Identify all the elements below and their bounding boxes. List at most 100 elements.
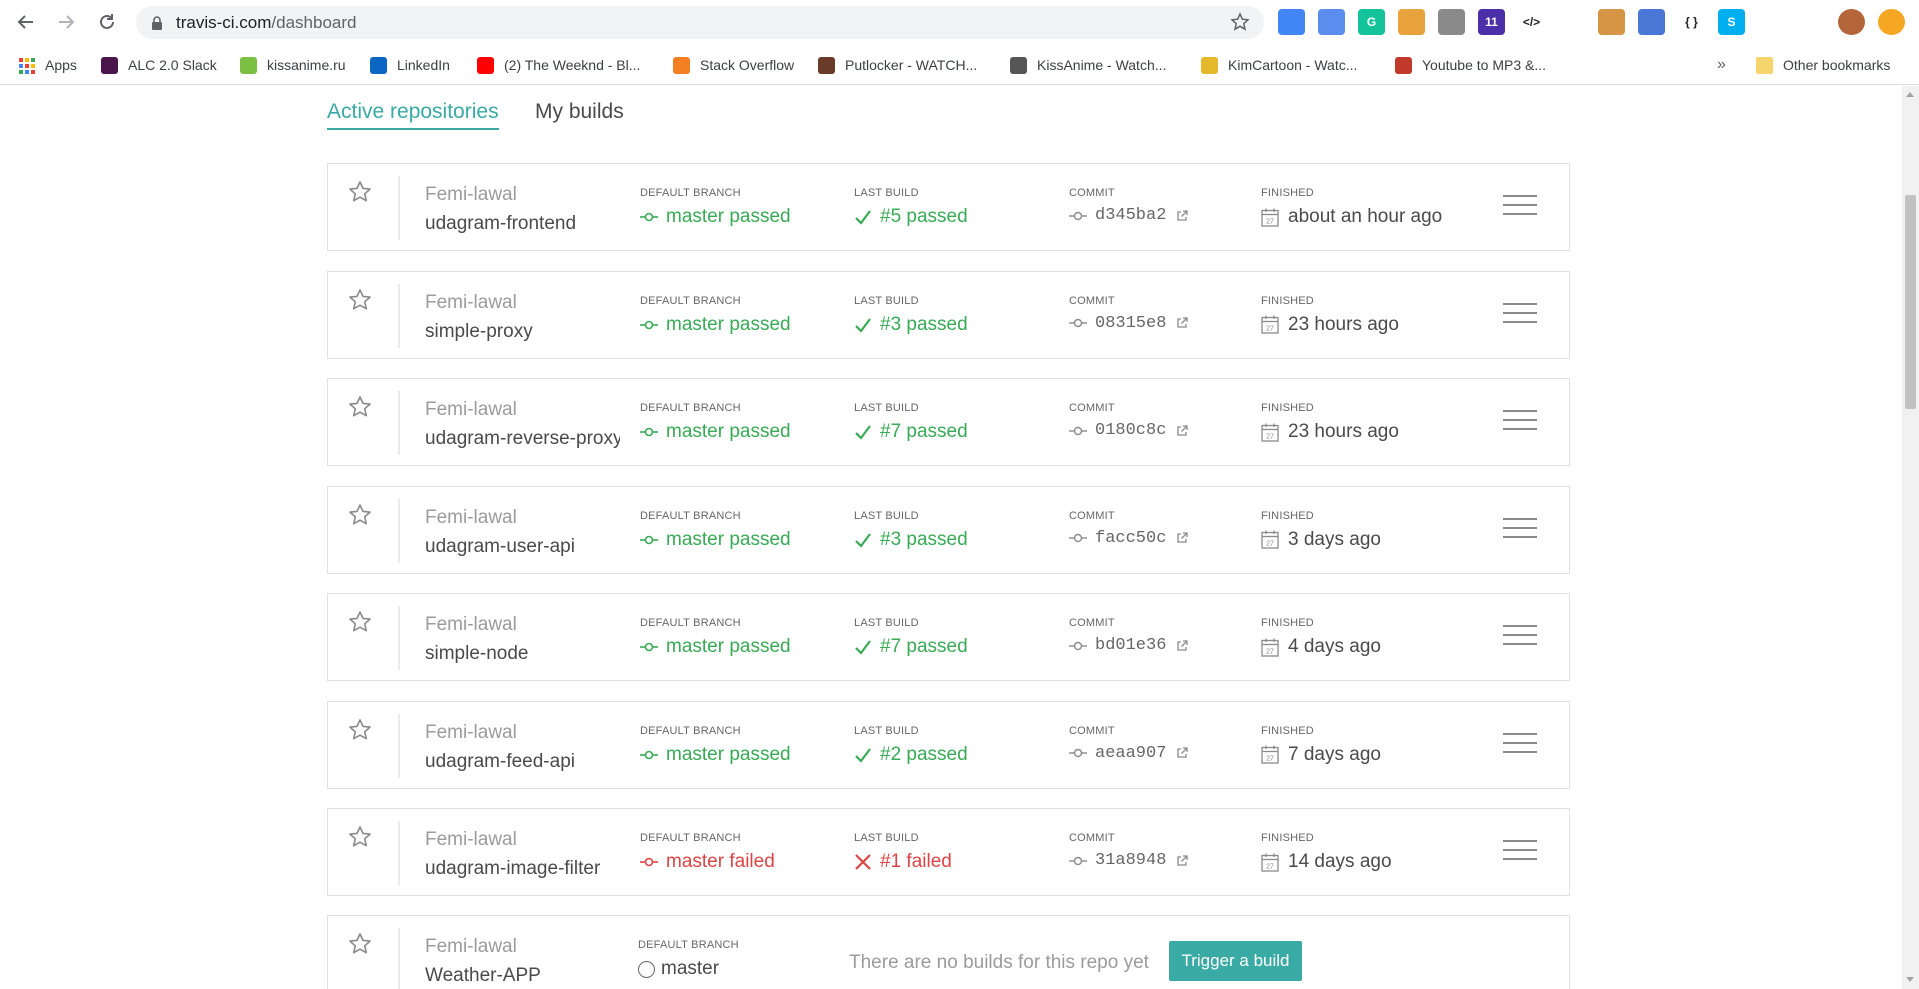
branch-status-text: master passed (666, 636, 791, 657)
star-icon[interactable] (347, 609, 373, 635)
address-bar[interactable]: travis-ci.com/dashboard (136, 6, 1264, 39)
external-link-icon[interactable] (1176, 747, 1189, 759)
bookmark-item[interactable]: KimCartoon - Watc... (1201, 53, 1357, 77)
ext-globe-search-icon[interactable] (1638, 9, 1665, 35)
repo-name[interactable]: udagram-reverse-proxy (425, 428, 620, 450)
default-branch-value[interactable]: master failed (640, 851, 775, 873)
tab-my-builds[interactable]: My builds (535, 100, 624, 128)
external-link-icon[interactable] (1176, 532, 1189, 544)
commit-sha: bd01e36 (1095, 636, 1167, 655)
commit-value[interactable]: facc50c (1069, 529, 1196, 548)
bookmark-item[interactable]: ALC 2.0 Slack (101, 53, 217, 77)
ext-gear-icon[interactable] (1438, 9, 1465, 35)
repo-menu-button[interactable] (1503, 517, 1537, 542)
repo-name[interactable]: udagram-image-filter (425, 858, 620, 880)
page-scrollbar[interactable] (1902, 86, 1919, 989)
external-link-icon[interactable] (1176, 317, 1189, 329)
last-build-value[interactable]: #1 failed (854, 851, 952, 873)
bookmark-item[interactable]: Youtube to MP3 &... (1395, 53, 1546, 77)
trigger-build-button[interactable]: Trigger a build (1169, 941, 1302, 981)
external-link-icon[interactable] (1176, 209, 1189, 222)
bookmark-item[interactable]: Apps (18, 53, 77, 77)
star-icon[interactable] (347, 717, 373, 743)
ext-cookie-icon[interactable] (1598, 9, 1625, 35)
ext-blue-circle-icon[interactable] (1318, 9, 1345, 35)
external-link-icon[interactable] (1176, 854, 1189, 867)
commit-value[interactable]: aeaa907 (1069, 744, 1196, 763)
bookmark-item[interactable]: Putlocker - WATCH... (818, 53, 977, 77)
finished-value: 27 3 days ago (1261, 529, 1381, 551)
ext-orange-icon[interactable] (1878, 9, 1905, 35)
repo-name[interactable]: udagram-feed-api (425, 751, 620, 773)
last-build-value[interactable]: #7 passed (854, 636, 968, 658)
bookmark-item[interactable]: Stack Overflow (673, 53, 794, 77)
star-icon[interactable] (347, 824, 373, 850)
other-bookmarks-label: Other bookmarks (1783, 57, 1891, 73)
star-icon[interactable] (347, 287, 373, 313)
default-branch-label: DEFAULT BRANCH (640, 617, 741, 629)
last-build-value[interactable]: #2 passed (854, 744, 968, 766)
default-branch-value[interactable]: master passed (640, 314, 791, 336)
profile-avatar-icon[interactable] (1838, 9, 1865, 35)
bookmark-item[interactable]: kissanime.ru (240, 53, 346, 77)
commit-value[interactable]: 31a8948 (1069, 851, 1196, 870)
bookmarks-overflow-button[interactable]: » (1717, 53, 1726, 77)
star-icon[interactable] (347, 502, 373, 528)
repo-menu-button[interactable] (1503, 625, 1537, 649)
other-bookmarks[interactable]: Other bookmarks (1756, 53, 1890, 77)
forward-button[interactable] (54, 10, 78, 34)
back-button[interactable] (14, 10, 38, 34)
bookmark-item[interactable]: (2) The Weeknd - Bl... (477, 53, 640, 77)
repo-menu-button[interactable] (1503, 732, 1537, 757)
ext-note-icon[interactable] (1558, 9, 1585, 35)
scroll-down-arrow[interactable] (1906, 977, 1914, 982)
commit-value[interactable]: 08315e8 (1069, 314, 1196, 333)
star-icon[interactable] (347, 394, 373, 420)
tab-active-repositories[interactable]: Active repositories (327, 100, 499, 130)
star-icon[interactable] (347, 179, 373, 205)
repo-name[interactable]: udagram-user-api (425, 536, 620, 558)
ext-braces-icon[interactable]: { } (1678, 9, 1705, 35)
default-branch-value[interactable]: master passed (640, 744, 791, 766)
default-branch-value[interactable]: master (638, 958, 719, 980)
last-build-value[interactable]: #5 passed (854, 206, 968, 228)
ext-puzzle-icon[interactable] (1758, 9, 1785, 35)
ext-grammarly-icon[interactable]: G (1358, 9, 1385, 35)
bookmark-star-icon[interactable] (1230, 12, 1250, 32)
repo-name[interactable]: simple-node (425, 643, 620, 665)
scrollbar-thumb[interactable] (1905, 195, 1916, 409)
external-link-icon[interactable] (1176, 424, 1189, 437)
default-branch-value[interactable]: master passed (640, 636, 791, 658)
repo-menu-button[interactable] (1503, 302, 1537, 327)
last-build-value[interactable]: #3 passed (854, 314, 968, 336)
repo-menu-button[interactable] (1503, 840, 1537, 864)
ext-bowl-icon[interactable] (1398, 9, 1425, 35)
commit-value[interactable]: bd01e36 (1069, 636, 1196, 655)
ext-graduate-icon[interactable]: 11 (1478, 9, 1505, 35)
hamburger-line (1503, 517, 1537, 520)
reload-button[interactable] (95, 10, 119, 34)
default-branch-value[interactable]: master passed (640, 529, 791, 551)
bookmark-item[interactable]: KissAnime - Watch... (1010, 53, 1166, 77)
ext-skype-icon[interactable]: S (1718, 9, 1745, 35)
last-build-value[interactable]: #3 passed (854, 529, 968, 551)
bookmark-item[interactable]: LinkedIn (370, 53, 450, 77)
repo-menu-button[interactable] (1503, 195, 1537, 219)
star-icon[interactable] (347, 931, 373, 957)
repo-name[interactable]: Weather-APP (425, 965, 620, 987)
scroll-up-arrow[interactable] (1906, 92, 1914, 97)
ext-google-icon[interactable] (1278, 9, 1305, 35)
repo-name[interactable]: udagram-frontend (425, 213, 620, 235)
commit-value[interactable]: d345ba2 (1069, 206, 1196, 225)
commit-value[interactable]: 0180c8c (1069, 421, 1196, 440)
repo-name[interactable]: simple-proxy (425, 321, 620, 343)
repo-menu-button[interactable] (1503, 410, 1537, 434)
ext-code-icon[interactable]: </> (1518, 9, 1545, 35)
finished-value: 27 23 hours ago (1261, 314, 1399, 336)
bookmark-label: Putlocker - WATCH... (845, 57, 978, 73)
default-branch-value[interactable]: master passed (640, 206, 791, 228)
last-build-value[interactable]: #7 passed (854, 421, 968, 443)
ext-media-icon[interactable] (1798, 9, 1825, 35)
default-branch-value[interactable]: master passed (640, 421, 791, 443)
external-link-icon[interactable] (1176, 639, 1189, 652)
